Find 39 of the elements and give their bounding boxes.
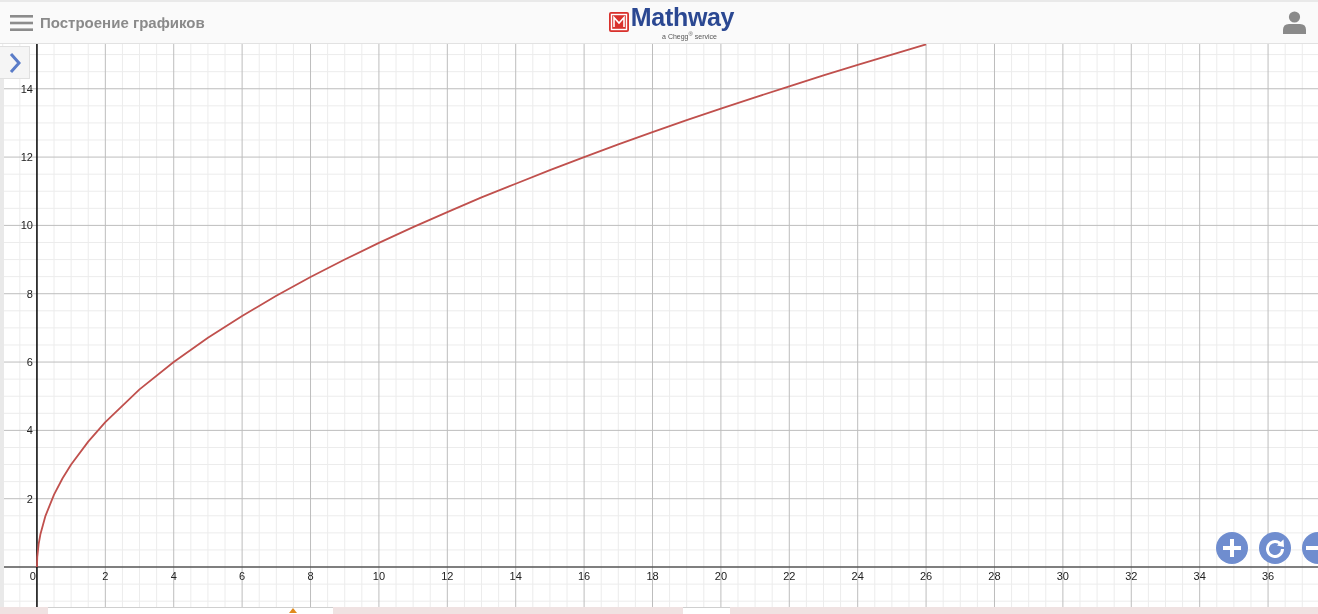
refresh-icon [1265,538,1285,558]
x-tick-label: 4 [170,570,177,583]
x-tick-label: 16 [578,570,591,583]
x-tick-label: 20 [714,570,727,583]
x-tick-label: 34 [1193,570,1206,583]
caret-icon [289,608,297,613]
y-tick-label: 4 [26,424,33,437]
y-tick-label: 14 [20,82,33,95]
reset-view-button[interactable] [1259,532,1291,564]
x-tick-label: 8 [307,570,314,583]
x-tick-label: 10 [372,570,386,583]
logo-icon [608,12,629,33]
menu-icon[interactable] [10,14,33,31]
x-tick-label: 24 [851,570,864,583]
y-tick-label: 12 [20,151,33,164]
user-icon[interactable] [1283,11,1306,34]
brand-name: Mathway [630,3,735,30]
y-tick-label: 2 [26,492,33,505]
plus-icon [1223,539,1241,557]
x-tick-label: 36 [1261,570,1275,583]
x-tick-label: 18 [646,570,659,583]
x-tick-label: 6 [239,570,246,583]
zoom-in-button[interactable] [1216,532,1248,564]
page-title: Построение графиков [40,14,205,31]
y-tick-label: 8 [26,287,33,300]
x-tick-label: 14 [509,570,522,583]
x-tick-label: 2 [102,570,109,583]
x-tick-label: 26 [919,570,933,583]
expand-panel-button[interactable] [0,46,30,79]
x-tick-label: 28 [988,570,1001,583]
x-tick-label: 22 [783,570,796,583]
x-tick-label: 32 [1125,570,1138,583]
x-tick-label: 0 [29,570,36,583]
minus-icon [1306,546,1318,550]
chevron-right-icon [8,51,21,74]
y-tick-label: 6 [26,356,33,369]
x-tick-label: 12 [441,570,454,583]
x-tick-label: 30 [1056,570,1069,583]
y-tick-label: 10 [20,219,33,232]
